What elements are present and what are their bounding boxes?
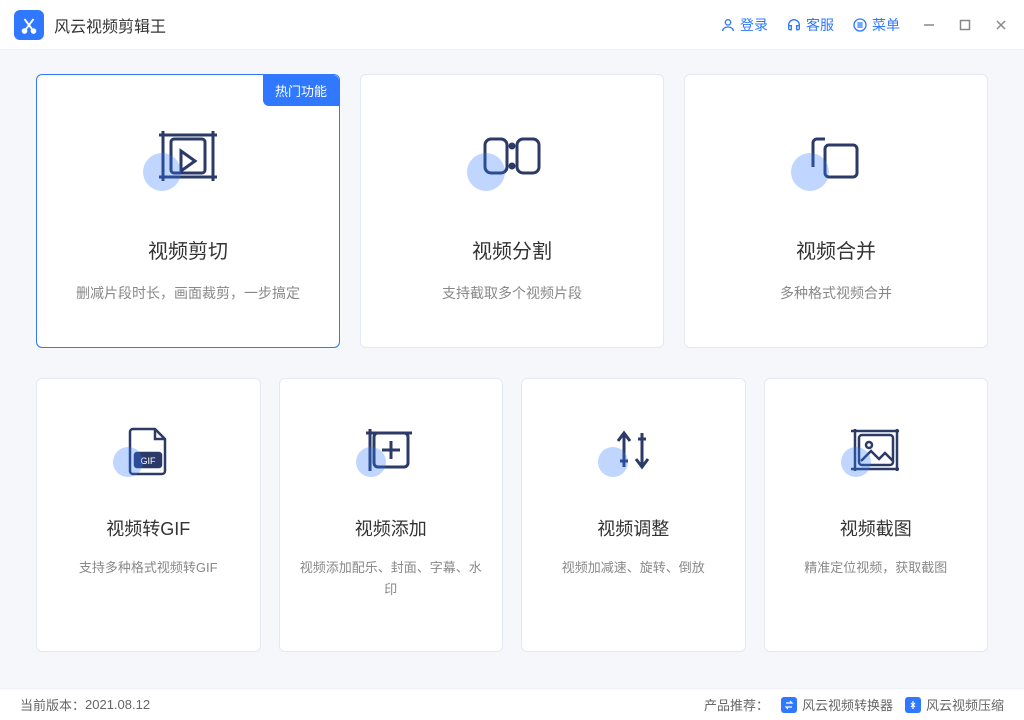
card-video-gif[interactable]: GIF 视频转GIF 支持多种格式视频转GIF xyxy=(36,378,261,652)
main-area: 热门功能 视频剪切 删减片段时长，画面裁剪，一步搞定 视频分割 支持截取多个视频… xyxy=(0,50,1024,688)
card-desc: 多种格式视频合并 xyxy=(780,282,892,306)
login-label: 登录 xyxy=(740,15,768,35)
add-icon xyxy=(356,415,426,485)
split-icon xyxy=(467,111,557,201)
recommend-label: 产品推荐： xyxy=(704,695,769,714)
maximize-button[interactable] xyxy=(956,16,974,34)
recommend-label-1: 风云视频转换器 xyxy=(802,695,893,714)
menu-button[interactable]: 菜单 xyxy=(852,15,900,35)
merge-icon xyxy=(791,111,881,201)
svg-text:GIF: GIF xyxy=(141,456,157,466)
card-title: 视频分割 xyxy=(472,235,552,264)
card-title: 视频转GIF xyxy=(106,515,190,541)
card-title: 视频截图 xyxy=(840,515,912,541)
close-button[interactable] xyxy=(992,16,1010,34)
card-desc: 支持截取多个视频片段 xyxy=(442,282,582,306)
bottom-row: GIF 视频转GIF 支持多种格式视频转GIF 视频添加 视频添加配乐、封面、字… xyxy=(36,378,988,652)
card-desc: 精准定位视频，获取截图 xyxy=(804,557,947,579)
recommend-converter[interactable]: 风云视频转换器 xyxy=(781,695,893,714)
version-label: 当前版本： xyxy=(20,695,85,714)
menu-label: 菜单 xyxy=(872,15,900,35)
card-title: 视频添加 xyxy=(355,515,427,541)
minimize-button[interactable] xyxy=(920,16,938,34)
card-video-screenshot[interactable]: 视频截图 精准定位视频，获取截图 xyxy=(764,378,989,652)
card-desc: 视频加减速、旋转、倒放 xyxy=(562,557,705,579)
support-button[interactable]: 客服 xyxy=(786,15,834,35)
compress-icon xyxy=(905,697,921,713)
card-video-merge[interactable]: 视频合并 多种格式视频合并 xyxy=(684,74,988,348)
card-title: 视频合并 xyxy=(796,235,876,264)
hot-badge: 热门功能 xyxy=(263,75,339,106)
adjust-icon xyxy=(598,415,668,485)
card-desc: 视频添加配乐、封面、字幕、水印 xyxy=(296,557,487,601)
card-title: 视频调整 xyxy=(597,515,669,541)
card-title: 视频剪切 xyxy=(148,235,228,264)
support-label: 客服 xyxy=(806,15,834,35)
version-value: 2021.08.12 xyxy=(85,697,150,712)
user-icon xyxy=(720,17,736,33)
converter-icon xyxy=(781,697,797,713)
screenshot-icon xyxy=(841,415,911,485)
top-row: 热门功能 视频剪切 删减片段时长，画面裁剪，一步搞定 视频分割 支持截取多个视频… xyxy=(36,74,988,348)
app-logo xyxy=(14,10,44,40)
header-bar: 风云视频剪辑王 登录 客服 菜单 xyxy=(0,0,1024,50)
menu-icon xyxy=(852,17,868,33)
login-button[interactable]: 登录 xyxy=(720,15,768,35)
recommend-label-2: 风云视频压缩 xyxy=(926,695,1004,714)
card-video-adjust[interactable]: 视频调整 视频加减速、旋转、倒放 xyxy=(521,378,746,652)
card-video-split[interactable]: 视频分割 支持截取多个视频片段 xyxy=(360,74,664,348)
card-desc: 删减片段时长，画面裁剪，一步搞定 xyxy=(76,282,300,306)
app-title: 风云视频剪辑王 xyxy=(54,13,166,37)
gif-icon: GIF xyxy=(113,415,183,485)
recommend-compress[interactable]: 风云视频压缩 xyxy=(905,695,1004,714)
card-video-add[interactable]: 视频添加 视频添加配乐、封面、字幕、水印 xyxy=(279,378,504,652)
cut-icon xyxy=(143,111,233,201)
card-desc: 支持多种格式视频转GIF xyxy=(79,557,218,579)
headset-icon xyxy=(786,17,802,33)
footer-bar: 当前版本： 2021.08.12 产品推荐： 风云视频转换器 风云视频压缩 xyxy=(0,688,1024,720)
card-video-cut[interactable]: 热门功能 视频剪切 删减片段时长，画面裁剪，一步搞定 xyxy=(36,74,340,348)
